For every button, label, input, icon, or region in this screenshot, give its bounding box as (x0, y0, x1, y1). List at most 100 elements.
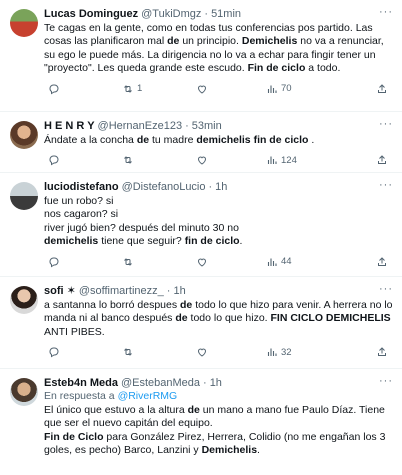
reply-icon (49, 155, 59, 166)
reply-prefix: En respuesta a (44, 390, 115, 402)
tweet-text-bold-run: de (175, 312, 188, 325)
tweet-text-run: a todo. (305, 62, 341, 75)
tweet-text: El único que estuvo a la altura de un ma… (44, 404, 394, 458)
retweet-icon (124, 348, 132, 356)
tweet-text-bold-run: Demichelis (241, 35, 298, 48)
tweet[interactable]: sofi ✶ @soffimartinezz_ · 1h a santanna … (0, 277, 402, 369)
retweet-icon (124, 257, 132, 266)
view-count: 44 (281, 256, 292, 268)
tweet-text-run: . (239, 235, 243, 248)
retweet-button[interactable] (122, 346, 196, 358)
tweet-text: Ándate a la concha de tu madre demicheli… (44, 134, 394, 147)
tweet-text-bold-run: Demichelis (201, 444, 258, 457)
share-button[interactable] (376, 346, 388, 358)
like-button[interactable] (196, 256, 266, 268)
views-icon (267, 258, 277, 266)
timestamp[interactable]: 53min (192, 119, 222, 133)
author-name[interactable]: sofi ✶ (44, 284, 76, 298)
tweet-text-run: tu madre (149, 134, 197, 146)
tweet-text-run: ANTI PIBES. (44, 325, 105, 338)
like-icon (197, 348, 207, 357)
avatar[interactable] (10, 9, 38, 37)
views-button[interactable]: 70 (266, 83, 338, 95)
tweet-text-bold-run: Fin de ciclo (247, 62, 306, 75)
author-name[interactable]: luciodistefano (44, 180, 119, 194)
share-button[interactable] (376, 256, 388, 268)
tweet[interactable]: Esteb4n Meda @EstebanMeda · 1h En respue… (0, 369, 402, 475)
separator: · (185, 120, 189, 132)
views-button[interactable]: 44 (266, 256, 338, 268)
tweet[interactable]: H E N R Y @HernanEze123 · 53min Ándate a… (0, 112, 402, 173)
tweet[interactable]: Lucas Dominguez @TukiDmgz · 51min Te cag… (0, 0, 402, 112)
tweet-feed: Lucas Dominguez @TukiDmgz · 51min Te cag… (0, 0, 402, 475)
tweet-text-bold-run: demichelis fin de ciclo (196, 134, 309, 146)
tweet-text-bold-run: demichelis (44, 235, 99, 248)
retweet-icon (124, 156, 132, 165)
views-icon (267, 85, 277, 93)
more-icon[interactable]: ··· (379, 375, 393, 387)
avatar[interactable] (10, 378, 38, 406)
reply-button[interactable] (48, 154, 122, 166)
like-icon (197, 156, 207, 166)
reply-icon (49, 257, 59, 268)
like-button[interactable] (196, 346, 266, 358)
author-name[interactable]: Esteb4n Meda (44, 376, 118, 390)
action-bar: 32 (44, 345, 394, 359)
retweet-button[interactable] (122, 154, 196, 166)
share-icon (378, 256, 386, 266)
tweet-text-run: a santanna lo borró despues (44, 299, 181, 311)
share-button[interactable] (376, 154, 388, 166)
avatar[interactable] (10, 121, 38, 149)
tweet-text-run: Ándate a la concha (44, 134, 137, 146)
reply-button[interactable] (48, 256, 122, 268)
more-icon[interactable]: ··· (379, 179, 393, 191)
reply-to-link[interactable]: @RiverRMG (118, 390, 178, 402)
author-handle[interactable]: @EstebanMeda (121, 376, 200, 390)
reply-button[interactable] (48, 346, 122, 358)
more-icon[interactable]: ··· (379, 118, 393, 130)
share-icon (378, 83, 386, 93)
retweet-count: 1 (137, 83, 143, 95)
tweet-text-run: tiene que seguir? (98, 235, 185, 248)
like-button[interactable] (196, 154, 266, 166)
action-bar: 124 (44, 153, 394, 167)
retweet-button[interactable] (122, 256, 196, 268)
tweet-text-bold-run: de (187, 404, 200, 416)
author-handle[interactable]: @DistefanoLucio (122, 180, 206, 194)
timestamp[interactable]: 1h (215, 180, 227, 194)
reply-icon (49, 84, 59, 95)
author-handle[interactable]: @HernanEze123 (98, 119, 183, 133)
reply-icon (49, 347, 59, 358)
share-button[interactable] (376, 83, 388, 95)
tweet-text: a santanna lo borró despues de todo lo q… (44, 299, 394, 339)
author-handle[interactable]: @TukiDmgz (141, 7, 201, 21)
views-icon (267, 348, 277, 357)
separator: · (166, 285, 171, 297)
author-name[interactable]: H E N R Y (44, 119, 95, 133)
views-button[interactable]: 32 (266, 346, 338, 358)
timestamp[interactable]: 1h (173, 284, 185, 298)
view-count: 32 (281, 346, 292, 358)
tweet-text-bold-run: de (136, 134, 150, 146)
tweet-text-bold-run: de (167, 35, 180, 48)
tweet[interactable]: luciodistefano @DistefanoLucio · 1h fue … (0, 173, 402, 277)
tweet-text-run: fue un robo? si nos cagaron? si river ju… (44, 195, 239, 234)
like-button[interactable] (196, 83, 266, 95)
separator: · (204, 8, 209, 20)
tweet-text-run: El único que estuvo a la altura (44, 404, 188, 416)
tweet-text-bold-run: fin de ciclo (184, 235, 240, 248)
tweet-text-bold-run: de (180, 299, 193, 311)
reply-button[interactable] (48, 83, 122, 95)
author-name[interactable]: Lucas Dominguez (44, 7, 138, 21)
tweet-text-bold-run: Fin de Ciclo (44, 430, 104, 443)
timestamp[interactable]: 51min (211, 7, 241, 21)
views-button[interactable]: 124 (266, 154, 338, 166)
retweet-button[interactable]: 1 (122, 83, 196, 95)
more-icon[interactable]: ··· (379, 6, 393, 18)
author-handle[interactable]: @soffimartinezz_ (79, 284, 164, 298)
avatar[interactable] (10, 182, 38, 210)
action-bar: 1 70 (44, 82, 394, 96)
more-icon[interactable]: ··· (379, 283, 393, 295)
timestamp[interactable]: 1h (210, 376, 222, 390)
avatar[interactable] (10, 286, 38, 314)
